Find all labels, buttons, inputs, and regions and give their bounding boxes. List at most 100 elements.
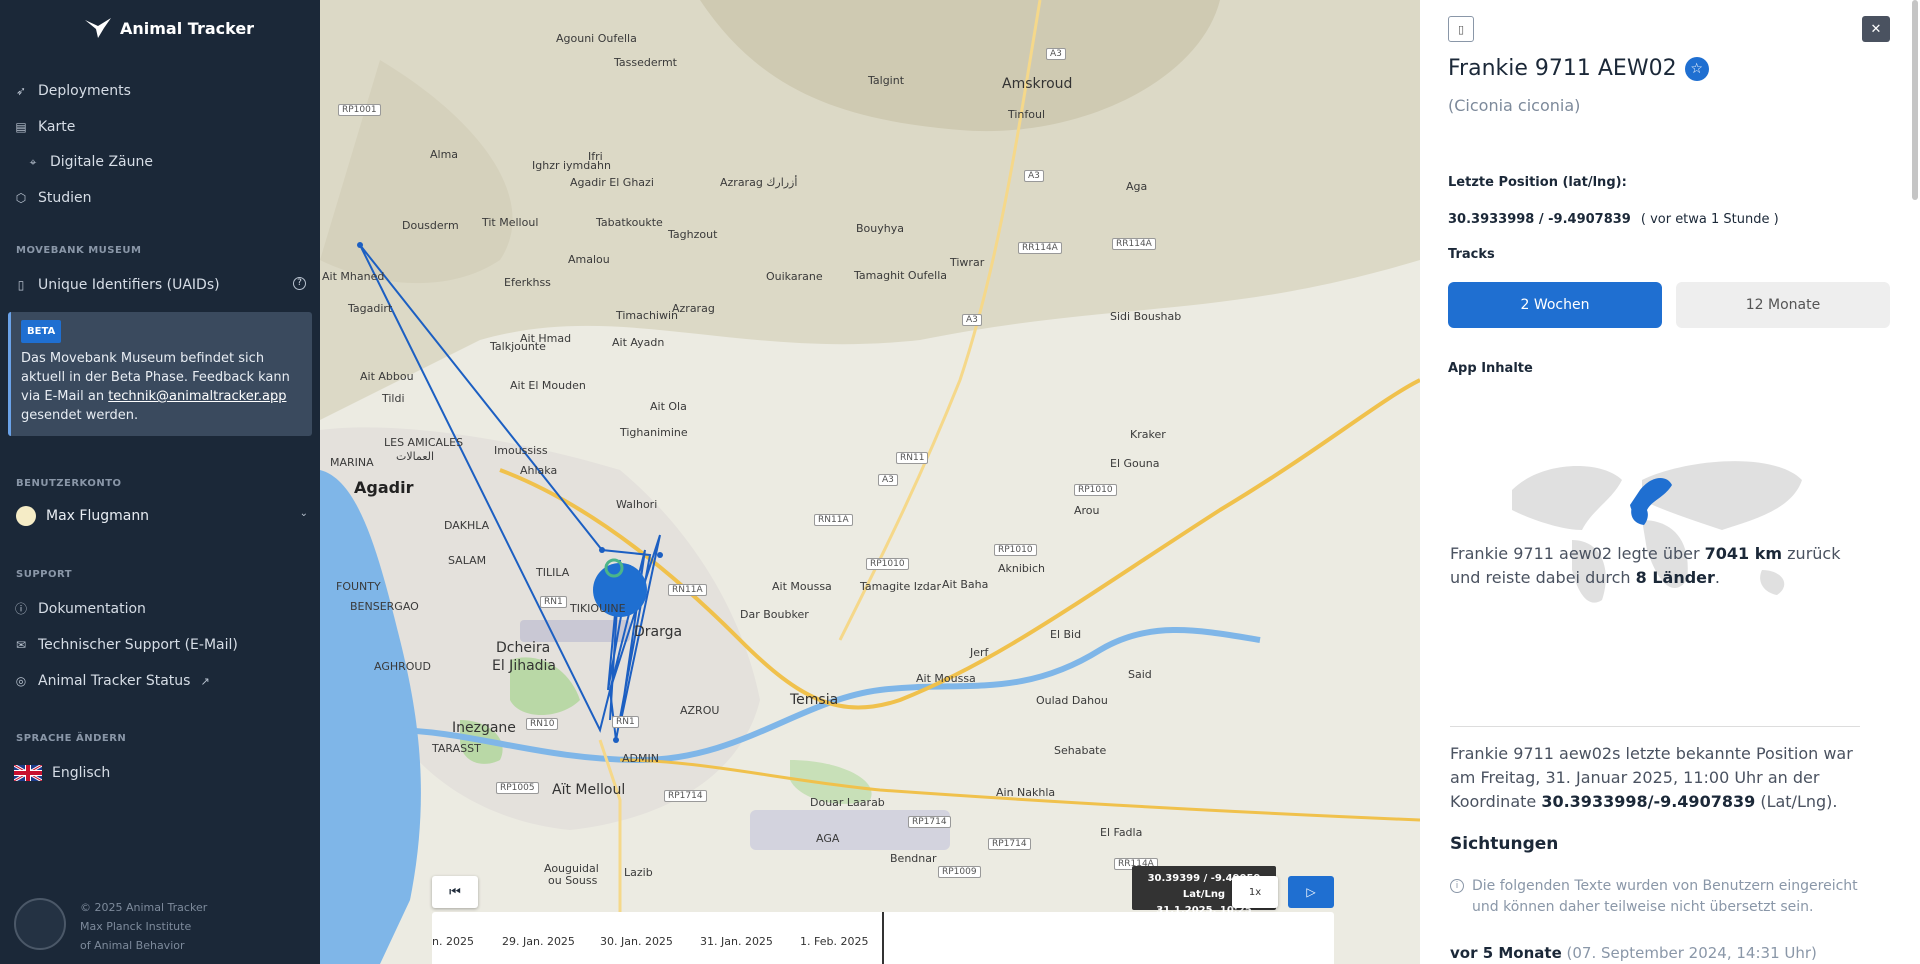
app-logo[interactable]: Animal Tracker: [84, 14, 254, 42]
place-label: Tassedermt: [614, 56, 677, 69]
place-label: Ain Nakhla: [996, 786, 1056, 799]
place-label: Bendnar: [890, 852, 937, 865]
timeline-label: 29. Jan. 2025: [502, 935, 575, 948]
nav-uaids[interactable]: ▯ Unique Identifiers (UAIDs) ?: [14, 274, 306, 296]
nav-tech-support-label: Technischer Support (E-Mail): [38, 637, 238, 653]
place-label: Tagadirt: [348, 302, 393, 315]
coords-value: 30.3933998/-9.4907839: [1541, 792, 1756, 811]
place-label: Drarga: [634, 624, 683, 640]
star-icon[interactable]: ☆: [1684, 56, 1709, 81]
road-shield: RN1: [540, 596, 567, 608]
app-content-label: App Inhalte: [1448, 361, 1533, 376]
section-language: SPRACHE ÄNDERN: [16, 733, 127, 744]
bird-logo-icon: [85, 18, 111, 38]
section-support: SUPPORT: [16, 569, 73, 580]
tag-icon[interactable]: ▯: [1448, 16, 1474, 42]
world-map-thumbnail: [1512, 461, 1802, 603]
place-label: Inezgane: [452, 720, 516, 736]
place-label: Azrarag: [672, 302, 715, 315]
tracks-12-months-button[interactable]: 12 Monate: [1676, 282, 1890, 328]
place-label: Dcheira: [496, 640, 551, 656]
nav-tech-support[interactable]: ✉ Technischer Support (E-Mail): [14, 634, 238, 656]
place-label: Agadir: [354, 478, 414, 497]
road-shield: A3: [878, 474, 898, 486]
summary-text: Frankie 9711 aew02 legte über: [1450, 544, 1705, 563]
avatar: [16, 506, 36, 526]
place-label: Tiwrar: [950, 256, 985, 269]
map-view[interactable]: Agouni Oufella Tassedermt Talgint Amskro…: [320, 0, 1420, 964]
tracks-2-weeks-button[interactable]: 2 Wochen: [1448, 282, 1662, 328]
beta-email-link[interactable]: technik@animaltracker.app: [108, 389, 286, 404]
help-icon[interactable]: ?: [293, 277, 306, 290]
road-shield: RP1005: [496, 782, 539, 794]
road-shield: RN1: [612, 716, 639, 728]
map-canvas: [320, 0, 1420, 964]
place-label: Aga: [1126, 180, 1148, 193]
distance-value: 7041 km: [1704, 544, 1783, 563]
close-button[interactable]: ✕: [1862, 16, 1890, 42]
place-label: Tamaghit Oufella: [854, 269, 948, 282]
user-menu[interactable]: Max Flugmann ⌄: [16, 506, 308, 526]
divider: [1450, 726, 1860, 727]
summary-text: (Lat/Lng).: [1755, 792, 1838, 811]
animal-detail-panel: ▯ ✕ Frankie 9711 AEW02 ☆ (Ciconia ciconi…: [1420, 0, 1920, 964]
uk-flag-icon: [14, 765, 42, 781]
nav-karte[interactable]: ▤ Karte: [14, 116, 75, 138]
place-label: Douar Laarab: [810, 796, 885, 809]
language-selector[interactable]: Englisch: [14, 762, 110, 784]
place-label: ADMIN: [622, 752, 659, 765]
place-label: SALAM: [448, 554, 487, 567]
place-label: TILILA: [536, 566, 570, 579]
distance-summary: Frankie 9711 aew02 legte über 7041 km zu…: [1450, 542, 1870, 590]
place-label: Aït Melloul: [552, 782, 626, 798]
road-shield: A3: [1046, 48, 1066, 60]
nav-dokumentation[interactable]: ⓘ Dokumentation: [14, 598, 146, 620]
map-icon: ▤: [15, 120, 27, 134]
place-label: TIKIOUINE: [570, 602, 626, 615]
tracks-label: Tracks: [1448, 247, 1495, 262]
info-circle-icon: ⓘ: [14, 602, 27, 616]
place-label: Ait Ayadn: [612, 336, 665, 349]
speed-button[interactable]: 1x: [1232, 876, 1278, 908]
beta-text-part2: gesendet werden.: [21, 408, 139, 423]
timeline-cursor[interactable]: [882, 912, 884, 964]
place-label: Azrarag أزرارك: [720, 176, 798, 189]
road-shield: RP1009: [938, 866, 981, 878]
section-account: BENUTZERKONTO: [16, 478, 122, 489]
beta-text: Das Movebank Museum befindet sich aktuel…: [21, 349, 302, 425]
rewind-button[interactable]: ⏮: [432, 876, 478, 908]
nav-status[interactable]: ◎ Animal Tracker Status ↗: [14, 670, 210, 692]
animal-name-text: Frankie 9711 AEW02: [1448, 56, 1677, 81]
place-label: Ifri: [588, 150, 603, 163]
clipboard-icon: ▯: [17, 278, 25, 292]
countries-value: 8 Länder: [1635, 568, 1715, 587]
panel-scrollbar[interactable]: [1912, 0, 1918, 200]
nav-studien[interactable]: ⬡ Studien: [14, 187, 92, 209]
nav-deployments[interactable]: ➶ Deployments: [14, 80, 131, 102]
mail-icon: ✉: [15, 638, 27, 652]
place-label: ou Souss: [548, 874, 598, 887]
place-label: Dousderm: [402, 219, 459, 232]
coords-relative-time: ( vor etwa 1 Stunde ): [1640, 212, 1779, 227]
place-label: Ait Ola: [650, 400, 687, 413]
timeline-scrubber[interactable]: n. 2025 29. Jan. 2025 30. Jan. 2025 31. …: [432, 912, 1334, 964]
play-button[interactable]: ▷: [1288, 876, 1334, 908]
species-name: (Ciconia ciconia): [1448, 96, 1581, 115]
place-label: Taghzout: [668, 228, 718, 241]
beta-badge: BETA: [21, 320, 62, 343]
nav-digitale-zaeune[interactable]: ⌖ Digitale Zäune: [26, 151, 153, 173]
place-label: El Gouna: [1110, 457, 1160, 470]
road-shield: RN11A: [814, 514, 853, 526]
footer-institute: Max Planck Institute: [80, 920, 192, 933]
skip-back-icon: ⏮: [449, 884, 461, 900]
timeline-label: n. 2025: [432, 935, 474, 948]
place-label: Eferkhss: [504, 276, 551, 289]
footer-text: © 2025 Animal Tracker Max Planck Institu…: [80, 898, 207, 955]
info-icon: i: [1450, 879, 1464, 893]
place-label: Sehabate: [1054, 744, 1107, 757]
timeline-label: 1. Feb. 2025: [800, 935, 869, 948]
max-planck-seal: [14, 898, 66, 950]
road-shield: RP1714: [908, 816, 951, 828]
place-label: Tamagite Izdar: [860, 580, 941, 593]
footer-copyright: © 2025 Animal Tracker: [80, 901, 208, 914]
